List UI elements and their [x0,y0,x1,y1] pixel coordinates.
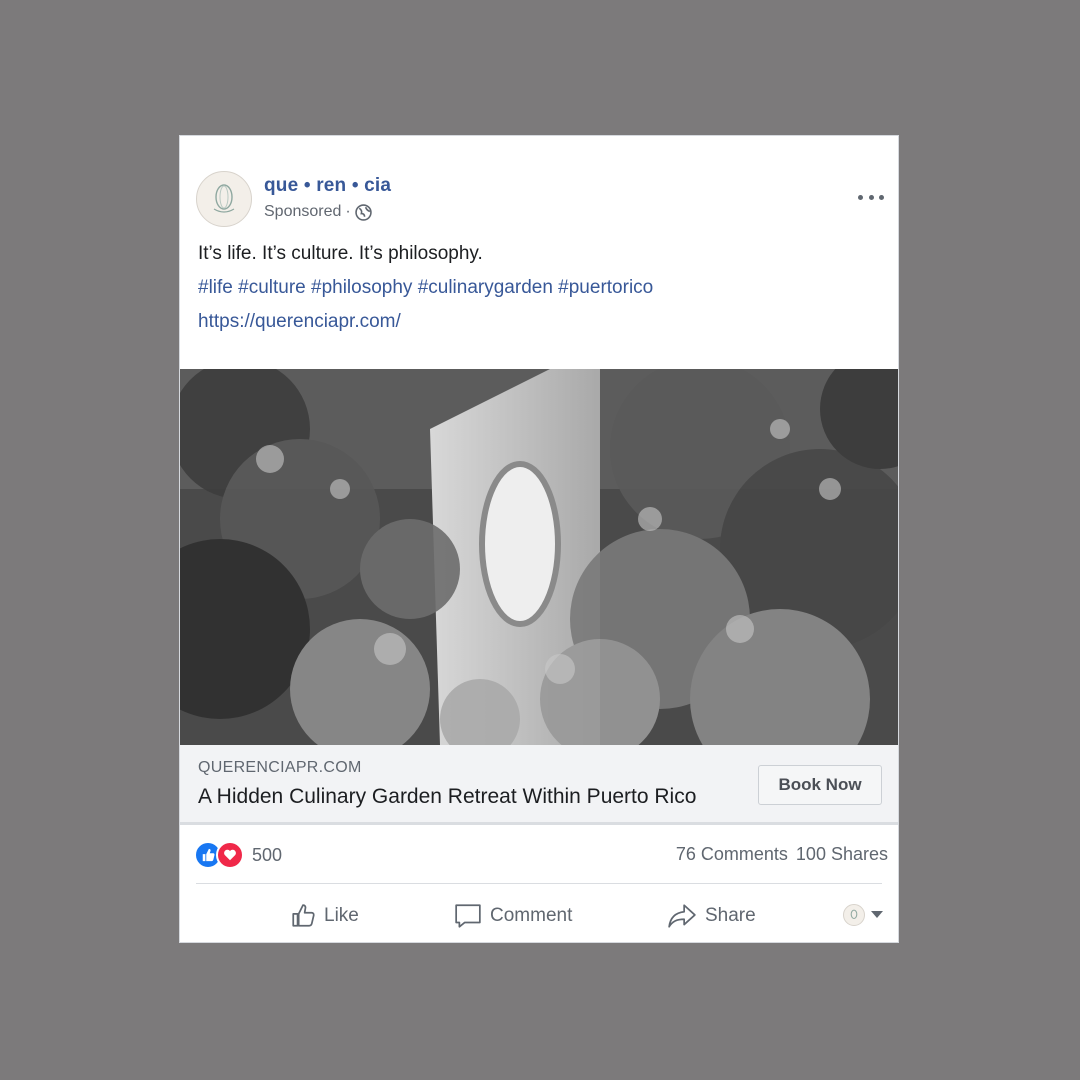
like-label: Like [324,905,359,926]
divider [196,883,882,884]
querencia-logo-icon [850,909,858,920]
reaction-count: 500 [252,844,283,865]
sponsored-row: Sponsored · [264,203,372,221]
post-caption: It’s life. It’s culture. It’s philosophy… [198,243,483,264]
post-actions-bar: Like Comment Share [180,896,898,936]
post-hashtags[interactable]: #life #culture #philosophy #culinarygard… [198,274,880,308]
reactions-summary[interactable]: 500 [194,841,282,869]
post-as-selector[interactable] [843,904,883,926]
chevron-down-icon [871,911,883,918]
page-avatar[interactable] [196,171,252,227]
querencia-logo-icon [213,184,235,213]
post-url-link[interactable]: https://querenciapr.com/ [198,308,880,342]
comments-count-link[interactable]: 76 Comments [676,844,788,865]
more-dot-icon [868,194,874,200]
love-reaction-icon [216,841,244,869]
engagement-stats: 500 76 Comments 100 Shares [194,836,888,872]
share-button[interactable]: Share [667,896,756,936]
share-arrow-icon [668,904,696,928]
comment-button[interactable]: Comment [454,896,572,936]
page-name-link[interactable]: que • ren • cia [264,175,391,197]
comment-label: Comment [490,905,573,926]
post-image[interactable] [180,369,898,745]
post-header: que • ren • cia Sponsored · [196,171,898,231]
sponsored-post-card: que • ren • cia Sponsored · It’s life. I… [179,135,899,943]
share-label: Share [705,905,756,926]
more-dot-icon [879,194,884,200]
more-options-button[interactable] [858,189,884,205]
link-domain: QUERENCIAPR.COM [198,759,362,776]
like-button[interactable]: Like [290,896,359,936]
comments-shares: 76 Comments 100 Shares [676,844,888,865]
book-now-button[interactable]: Book Now [758,765,882,805]
more-dot-icon [858,194,863,200]
sponsored-label[interactable]: Sponsored [264,203,341,221]
comment-icon [455,904,481,928]
shares-count-link[interactable]: 100 Shares [796,844,888,865]
link-preview[interactable]: QUERENCIAPR.COM A Hidden Culinary Garden… [180,745,898,825]
separator-dot: · [345,203,351,220]
garden-photo [180,369,898,745]
link-headline[interactable]: A Hidden Culinary Garden Retreat Within … [198,785,696,809]
page-mini-avatar [843,904,865,926]
post-text: It’s life. It’s culture. It’s philosophy… [198,240,880,342]
globe-icon [354,203,372,221]
thumbs-up-icon [292,904,315,927]
